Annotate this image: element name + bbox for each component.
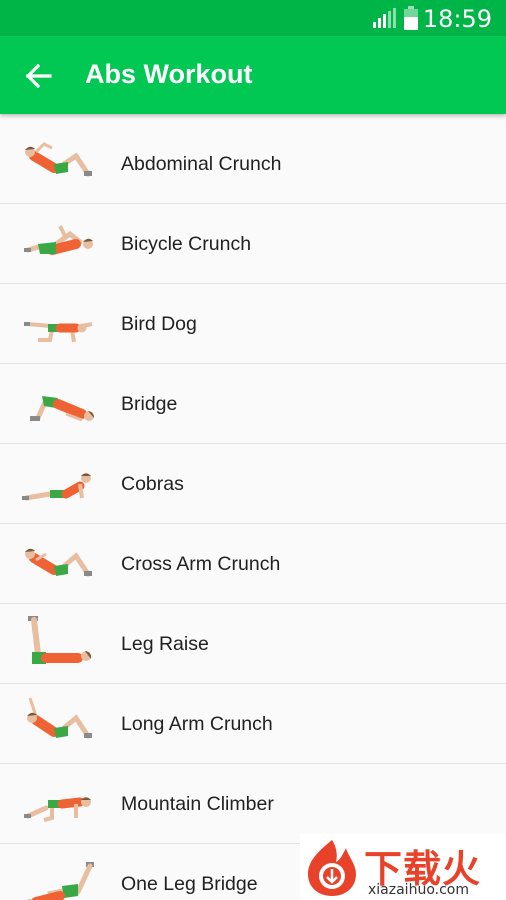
exercise-item-bird-dog[interactable]: Bird Dog xyxy=(0,284,506,364)
signal-strength-icon xyxy=(373,8,396,28)
exercise-item-cobras[interactable]: Cobras xyxy=(0,444,506,524)
exercise-name: One Leg Bridge xyxy=(121,873,258,895)
crunch-figure-icon xyxy=(25,142,92,177)
one-leg-bridge-figure-icon xyxy=(27,862,94,900)
exercise-name: Cobras xyxy=(121,473,184,495)
exercise-name: Long Arm Crunch xyxy=(121,713,273,735)
exercise-name: Bridge xyxy=(121,393,178,415)
exercise-name: Leg Raise xyxy=(121,633,209,655)
exercise-name: Abdominal Crunch xyxy=(121,153,282,175)
exercise-item-leg-raise[interactable]: Leg Raise xyxy=(0,604,506,684)
exercise-item-abdominal-crunch[interactable]: Abdominal Crunch xyxy=(0,124,506,204)
crunch-figure-icon xyxy=(25,548,92,577)
bridge-figure-icon xyxy=(30,396,94,422)
status-time: 18:59 xyxy=(422,5,492,33)
exercise-item-cross-arm-crunch[interactable]: Cross Arm Crunch xyxy=(0,524,506,604)
crunch-figure-icon xyxy=(27,697,92,739)
watermark: 下载火 xiazaihuo.com xyxy=(300,834,506,900)
watermark-url: xiazaihuo.com xyxy=(368,882,469,898)
exercise-name: Mountain Climber xyxy=(121,793,274,815)
exercise-list: Abdominal Crunch Bicycle Crunch Bird Dog xyxy=(0,124,506,900)
status-bar: 18:59 xyxy=(0,0,506,36)
exercise-item-long-arm-crunch[interactable]: Long Arm Crunch xyxy=(0,684,506,764)
exercise-item-bicycle-crunch[interactable]: Bicycle Crunch xyxy=(0,204,506,284)
flame-logo-icon xyxy=(308,840,356,896)
leg-raise-figure-icon xyxy=(28,616,92,664)
exercise-name: Bird Dog xyxy=(121,313,197,335)
bicycle-crunch-figure-icon xyxy=(24,225,93,255)
back-arrow-icon[interactable] xyxy=(20,58,56,94)
exercise-name: Bicycle Crunch xyxy=(121,233,252,255)
cobra-figure-icon xyxy=(22,473,91,501)
battery-icon xyxy=(404,6,418,30)
page-title: Abs Workout xyxy=(85,59,253,89)
app-bar: Abs Workout xyxy=(0,36,506,114)
exercise-name: Cross Arm Crunch xyxy=(121,553,281,575)
exercise-item-mountain-climber[interactable]: Mountain Climber xyxy=(0,764,506,844)
mountain-climber-figure-icon xyxy=(24,797,91,822)
exercise-item-bridge[interactable]: Bridge xyxy=(0,364,506,444)
bird-dog-figure-icon xyxy=(24,322,93,343)
